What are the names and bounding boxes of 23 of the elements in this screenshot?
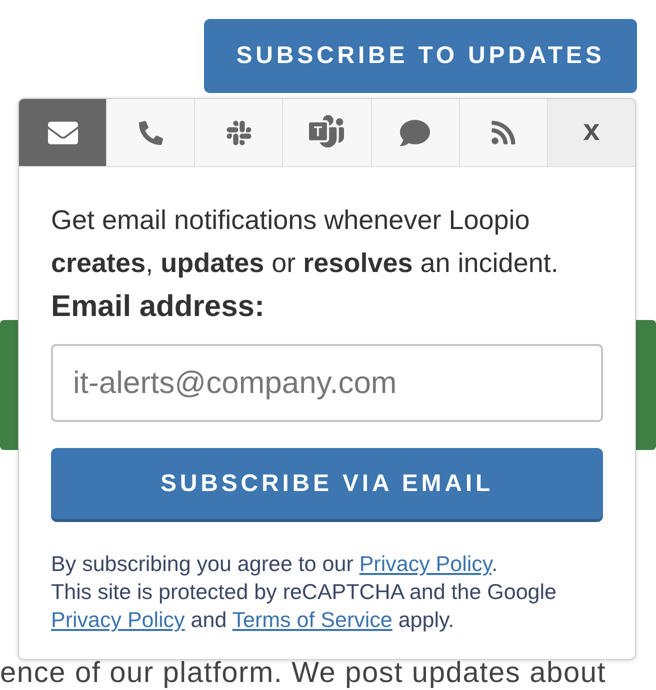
phone-tab[interactable] [107, 99, 196, 166]
policy-link[interactable]: Privacy Policy [359, 552, 492, 576]
subscribe-button[interactable]: SUBSCRIBE TO UPDATES [204, 19, 637, 93]
teams-icon [309, 115, 344, 150]
policy-link[interactable]: Terms of Service [232, 608, 392, 632]
close-button[interactable]: x [548, 99, 635, 166]
subscribe-email-button[interactable]: SUBSCRIBE VIA EMAIL [51, 448, 603, 522]
legal-text: This site is protected by reCAPTCHA and the Google Privacy Policy and Terms of Service apply. [51, 579, 558, 634]
teams-tab[interactable] [283, 99, 372, 166]
email-input[interactable]: it-alerts@company.com [51, 344, 603, 422]
slack-tab[interactable] [195, 99, 284, 166]
speech-bubble-icon [400, 118, 430, 148]
slack-icon [224, 118, 253, 146]
page-text: ence of our platform. We post updates about [0, 660, 608, 690]
rss-tab[interactable] [460, 99, 548, 166]
policy-link[interactable]: Privacy Policy [51, 608, 185, 632]
email-tab[interactable] [19, 99, 108, 166]
chat-tab[interactable] [372, 99, 460, 166]
legal-text: By subscribing you agree to our Privacy Policy. [51, 551, 499, 578]
intro-text: Get email notifications whenever Loopio creates, updates or resolves an incident. [51, 204, 560, 280]
email-label: Email address: [51, 290, 266, 324]
phone-icon [138, 120, 163, 144]
rss-icon [490, 119, 517, 146]
